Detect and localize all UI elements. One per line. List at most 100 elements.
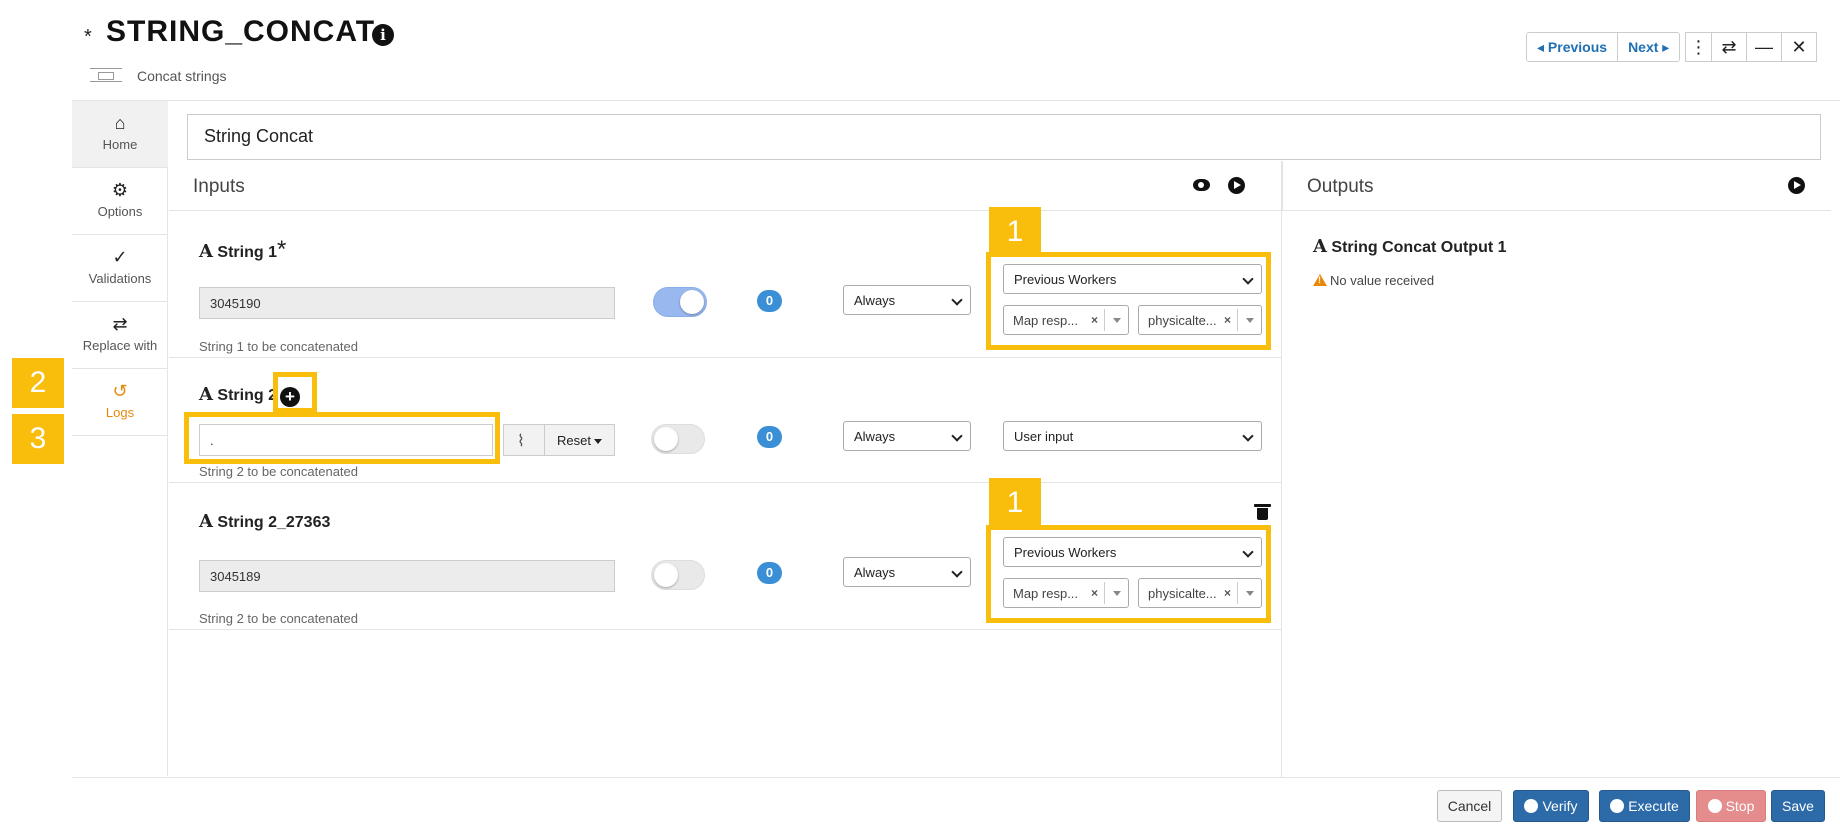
annotation-marker-1: 1 <box>989 207 1041 257</box>
worker-name-input[interactable]: String Concat <box>187 114 1821 160</box>
outputs-title: Outputs <box>1307 176 1374 197</box>
dropdown-arrow-icon[interactable] <box>1104 309 1128 331</box>
row-divider <box>169 629 1282 630</box>
chevron-down-icon <box>951 566 963 578</box>
inputs-title: Inputs <box>193 176 245 197</box>
toggle-knob <box>654 563 678 587</box>
remove-icon[interactable]: × <box>1224 313 1231 327</box>
history-icon: ↺ <box>112 381 128 401</box>
minimize-icon: — <box>1755 37 1773 57</box>
worker-type-icon <box>90 68 122 82</box>
minimize-button[interactable]: — <box>1746 32 1782 62</box>
chevron-down-icon <box>951 430 963 442</box>
string-1-toggle[interactable] <box>653 287 707 317</box>
stop-circle-icon <box>1707 799 1722 813</box>
next-button[interactable]: Next ▸ <box>1617 33 1680 61</box>
cancel-button[interactable]: Cancel <box>1437 790 1502 822</box>
play-icon[interactable] <box>1788 177 1805 194</box>
output-status: No value received <box>1330 273 1435 288</box>
string-2-27363-field-chip[interactable]: physicalte... × <box>1138 578 1262 608</box>
string-2-hint: String 2 to be concatenated <box>199 464 359 479</box>
exchange-icon: ⇄ <box>1721 37 1737 57</box>
unsaved-marker: * <box>84 26 92 48</box>
dropdown-arrow-icon[interactable] <box>1237 309 1261 331</box>
remove-icon[interactable]: × <box>1224 586 1231 600</box>
trash-icon[interactable] <box>1254 504 1271 520</box>
chevron-down-icon <box>1242 273 1254 285</box>
required-marker: * <box>276 236 287 263</box>
string-1-input[interactable]: 3045190 <box>199 287 615 319</box>
sidebar-item-options[interactable]: ⚙ Options <box>72 168 168 235</box>
string-2-27363-hint: String 2 to be concatenated <box>199 611 359 626</box>
caret-right-icon: ▸ <box>1658 39 1670 55</box>
dropdown-arrow-icon[interactable] <box>1237 582 1261 604</box>
string-1-map-chip[interactable]: Map resp... × <box>1003 305 1129 335</box>
string-2-input[interactable]: . <box>199 424 493 456</box>
page-subtitle: Concat strings <box>137 68 227 84</box>
caret-down-icon <box>594 439 602 444</box>
sidebar-item-logs[interactable]: ↺ Logs <box>72 369 168 436</box>
play-icon[interactable] <box>1228 177 1245 194</box>
attach-button[interactable]: ⌇ <box>503 424 545 456</box>
check-double-icon: ✓ <box>112 247 128 267</box>
exchange-icon: ⇄ <box>112 314 128 334</box>
verify-button[interactable]: Verify <box>1513 790 1589 822</box>
save-button[interactable]: Save <box>1771 790 1825 822</box>
field-label-string-2-27363: A String 2_27363 <box>199 511 331 532</box>
stop-button[interactable]: Stop <box>1696 790 1766 822</box>
row-divider <box>169 482 1282 483</box>
play-circle-icon <box>1610 799 1625 813</box>
sidebar-item-replace-with[interactable]: ⇄ Replace with <box>72 302 168 369</box>
prev-next-group: ◂ Previous Next ▸ <box>1526 32 1681 62</box>
eye-icon[interactable] <box>1193 179 1210 191</box>
close-button[interactable]: ✕ <box>1781 32 1817 62</box>
inputs-header: Inputs <box>169 161 1282 211</box>
panel-divider <box>1281 161 1282 777</box>
sidebar: ⌂ Home ⚙ Options ✓ Validations ⇄ Replace… <box>72 101 168 776</box>
info-icon[interactable]: i <box>372 24 394 46</box>
previous-button[interactable]: ◂ Previous <box>1527 33 1618 61</box>
string-1-condition-select[interactable]: Always <box>843 285 971 315</box>
annotation-marker-2: 2 <box>12 358 64 408</box>
string-1-count-badge: 0 <box>757 290 782 312</box>
string-2-27363-toggle[interactable] <box>651 560 705 590</box>
toggle-knob <box>654 427 678 451</box>
outputs-header: Outputs <box>1282 161 1831 211</box>
header-divider <box>72 100 1840 101</box>
text-type-icon: A <box>1313 236 1327 257</box>
reset-button[interactable]: Reset <box>544 424 615 456</box>
remove-icon[interactable]: × <box>1091 586 1098 600</box>
chevron-down-icon <box>1242 546 1254 558</box>
string-1-source-select[interactable]: Previous Workers <box>1003 264 1262 294</box>
annotation-marker-3: 3 <box>12 414 64 464</box>
annotation-marker-1: 1 <box>989 478 1041 528</box>
string-2-27363-condition-select[interactable]: Always <box>843 557 971 587</box>
string-1-field-chip[interactable]: physicalte... × <box>1138 305 1262 335</box>
swap-button[interactable]: ⇄ <box>1711 32 1747 62</box>
remove-icon[interactable]: × <box>1091 313 1098 327</box>
toggle-knob <box>680 290 704 314</box>
dropdown-arrow-icon[interactable] <box>1104 582 1128 604</box>
string-2-source-select[interactable]: User input <box>1003 421 1262 451</box>
chevron-down-icon <box>1242 430 1254 442</box>
string-2-27363-input[interactable]: 3045189 <box>199 560 615 592</box>
window-controls: ⋮ ⇄ — ✕ <box>1685 32 1817 62</box>
string-2-27363-map-chip[interactable]: Map resp... × <box>1003 578 1129 608</box>
sidebar-item-home[interactable]: ⌂ Home <box>72 101 168 168</box>
more-options-button[interactable]: ⋮ <box>1685 32 1712 62</box>
add-icon[interactable]: + <box>280 387 300 407</box>
text-type-icon: A <box>199 384 213 405</box>
caret-left-icon: ◂ <box>1537 39 1548 55</box>
check-circle-icon <box>1524 799 1539 813</box>
field-label-string-1: A String 1* <box>199 236 287 263</box>
sidebar-item-validations[interactable]: ✓ Validations <box>72 235 168 302</box>
warning-icon <box>1313 274 1327 286</box>
execute-button[interactable]: Execute <box>1599 790 1690 822</box>
paperclip-icon: ⌇ <box>517 433 525 450</box>
text-type-icon: A <box>199 511 213 532</box>
row-divider <box>169 357 1282 358</box>
output-label: A String Concat Output 1 <box>1313 236 1507 257</box>
string-2-condition-select[interactable]: Always <box>843 421 971 451</box>
string-2-toggle[interactable] <box>651 424 705 454</box>
string-2-27363-source-select[interactable]: Previous Workers <box>1003 537 1262 567</box>
